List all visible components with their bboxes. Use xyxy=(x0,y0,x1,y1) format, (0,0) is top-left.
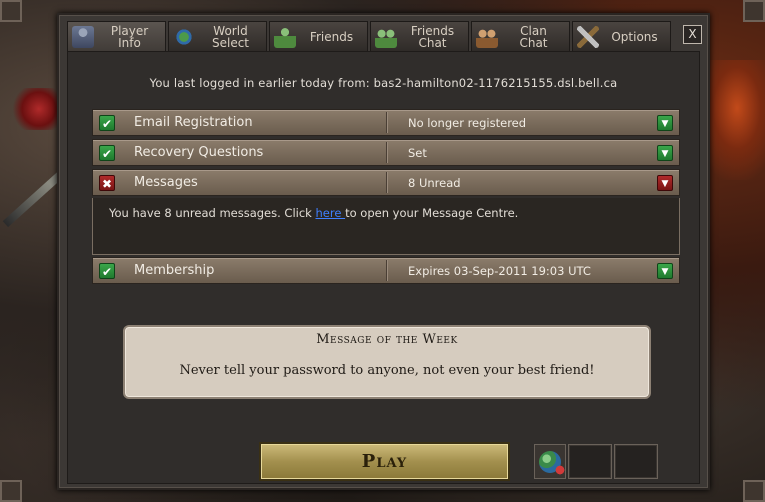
messages-row[interactable]: ✖ Messages 8 Unread ▼ xyxy=(92,169,680,196)
tab-friends-chat[interactable]: Friends Chat xyxy=(370,21,469,51)
motw-title: Message of the Week xyxy=(316,332,458,347)
row-divider xyxy=(386,260,387,281)
friends-icon xyxy=(274,25,296,48)
quick-slots xyxy=(534,444,658,479)
expand-arrow-icon[interactable]: ▼ xyxy=(657,263,673,279)
empty-slot[interactable] xyxy=(614,444,658,479)
world-slot[interactable] xyxy=(534,444,566,479)
check-icon: ✔ xyxy=(99,263,115,279)
empty-slot[interactable] xyxy=(568,444,612,479)
check-icon: ✔ xyxy=(99,115,115,131)
message-of-the-week: Message of the Week Never tell your pass… xyxy=(123,325,651,399)
row-divider xyxy=(386,172,387,193)
frame-corner xyxy=(0,480,22,502)
player-info-panel: You last logged in earlier today from: b… xyxy=(67,51,700,484)
globe-icon xyxy=(173,25,195,48)
expand-arrow-icon[interactable]: ▼ xyxy=(657,175,673,191)
tab-player-info[interactable]: Player Info xyxy=(67,21,166,52)
tab-options[interactable]: Options xyxy=(572,21,671,51)
expand-arrow-icon[interactable]: ▼ xyxy=(657,115,673,131)
tab-world-select[interactable]: World Select xyxy=(168,21,267,51)
options-icon xyxy=(577,25,599,48)
membership-row[interactable]: ✔ Membership Expires 03-Sep-2011 19:03 U… xyxy=(92,257,680,284)
check-icon: ✔ xyxy=(99,145,115,161)
lobby-window: Player Info World Select Friends Friends… xyxy=(57,13,710,490)
last-login-text: You last logged in earlier today from: b… xyxy=(149,76,618,90)
play-button[interactable]: Play xyxy=(259,442,510,481)
globe-heart-icon xyxy=(539,450,565,475)
rose-artwork xyxy=(8,88,64,130)
message-centre-link[interactable]: here xyxy=(316,206,346,220)
messages-detail: You have 8 unread messages. Click here t… xyxy=(92,198,680,255)
row-divider xyxy=(386,142,387,163)
tab-clan-chat[interactable]: Clan Chat xyxy=(471,21,570,51)
expand-arrow-icon[interactable]: ▼ xyxy=(657,145,673,161)
frame-corner xyxy=(743,480,765,502)
frame-corner xyxy=(0,0,22,22)
recovery-questions-row[interactable]: ✔ Recovery Questions Set ▼ xyxy=(92,139,680,166)
clan-chat-icon xyxy=(476,25,498,48)
email-registration-row[interactable]: ✔ Email Registration No longer registere… xyxy=(92,109,680,136)
frame-corner xyxy=(743,0,765,22)
friends-chat-icon xyxy=(375,25,397,48)
row-divider xyxy=(386,112,387,133)
player-icon xyxy=(72,26,94,48)
close-button[interactable]: X xyxy=(683,25,702,44)
cross-icon: ✖ xyxy=(99,175,115,191)
motw-text: Never tell your password to anyone, not … xyxy=(179,363,595,378)
tab-bar: Player Info World Select Friends Friends… xyxy=(67,21,671,52)
tab-friends[interactable]: Friends xyxy=(269,21,368,51)
